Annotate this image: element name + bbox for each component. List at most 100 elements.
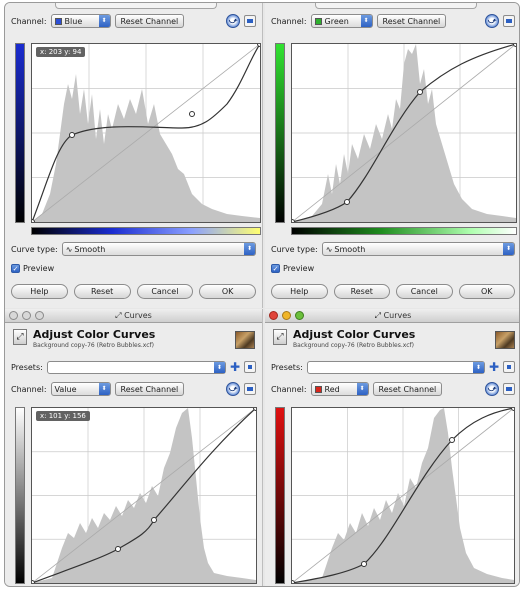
channel-select[interactable]: Value ⬍ [50,382,111,396]
curve-type-select[interactable]: ∿ Smooth ⬍ [321,242,515,256]
channel-select[interactable]: Blue ⬍ [50,14,111,28]
presets-label: Presets: [11,362,43,372]
curves-panel-blue: Channel: Blue ⬍ Reset Channel ⤻ x: 203 y… [5,3,263,308]
dialog-buttons: Help Reset Cancel OK [271,283,515,299]
vertical-red-gradient [275,407,285,584]
help-button[interactable]: Help [271,283,328,299]
channel-label: Channel: [11,384,47,394]
window-title: ⤢ Curves [115,310,152,320]
reset-channel-button[interactable]: Reset Channel [372,382,443,396]
presets-select[interactable]: ⬍ [46,360,226,374]
add-preset-icon[interactable]: ✚ [489,361,499,373]
curve-graph[interactable]: x: 101 y: 156 [31,407,257,584]
preview-checkbox[interactable]: ✓ Preview [271,263,315,273]
add-preset-icon[interactable]: ✚ [230,361,240,373]
linear-histogram-icon[interactable]: ⤻ [485,382,499,396]
image-thumbnail [235,331,255,349]
updown-arrow-icon: ⬍ [98,15,110,27]
coordinate-readout: x: 203 y: 94 [36,47,86,57]
updown-arrow-icon: ⬍ [472,361,484,373]
cancel-button[interactable]: Cancel [396,283,453,299]
window-titlebar: ⤢ Curves [5,309,262,323]
preview-label: Preview [23,263,55,273]
dialog-title: Adjust Color Curves [33,328,156,341]
curves-window-red: ⤢ Curves ⤢ Adjust Color Curves Backgroun… [265,309,519,586]
curves-tool-icon: ⤢ [273,329,287,345]
linear-histogram-icon[interactable]: ⤻ [226,382,240,396]
window-top-edge [55,3,217,9]
presets-label: Presets: [271,362,303,372]
presets-select[interactable]: ⬍ [306,360,485,374]
reset-channel-button[interactable]: Reset Channel [376,14,447,28]
curve-type-label: Curve type: [271,244,318,254]
window-titlebar: ⤢ Curves [265,309,519,323]
image-subtitle: Background copy-76 (Retro Bubbles.xcf) [293,342,414,349]
updown-arrow-icon: ⬍ [356,383,368,395]
log-histogram-icon[interactable] [244,383,256,395]
channel-row: Channel: Blue ⬍ Reset Channel ⤻ [11,13,256,29]
window-title: ⤢ Curves [374,310,412,320]
preview-row: ✓ Preview [11,260,256,276]
channel-value: Value [54,384,77,394]
reset-button[interactable]: Reset [73,283,131,299]
dialog-title: Adjust Color Curves [293,328,416,341]
curve-graph[interactable]: x: 203 y: 94 [31,43,261,223]
reset-channel-button[interactable]: Reset Channel [114,14,185,28]
red-swatch-icon [314,385,322,393]
curve-graph[interactable] [291,407,515,584]
log-histogram-icon[interactable] [503,15,515,27]
channel-select[interactable]: Green ⬍ [310,14,373,28]
vertical-blue-gradient [15,43,25,223]
updown-arrow-icon: ⬍ [503,243,514,255]
curve-type-row: Curve type: ∿ Smooth ⬍ [11,241,256,257]
curves-panel-green: Channel: Green ⬍ Reset Channel ⤻ Curve t… [265,3,519,308]
blue-swatch-icon [54,17,62,25]
screenshot-frame: Channel: Blue ⬍ Reset Channel ⤻ x: 203 y… [4,2,520,587]
log-histogram-icon[interactable] [244,15,256,27]
preset-menu-icon[interactable] [244,361,256,373]
curve-type-select[interactable]: ∿ Smooth ⬍ [61,242,256,256]
channel-value: Green [324,16,349,26]
window-top-edge [315,3,477,9]
channel-value: Red [324,384,340,394]
curves-window-value: ⤢ Curves ⤢ Adjust Color Curves Backgroun… [5,309,263,586]
channel-row: Channel: Green ⬍ Reset Channel ⤻ [271,13,515,29]
coordinate-readout: x: 101 y: 156 [36,411,90,421]
curve-type-value: Smooth [74,244,106,254]
channel-label: Channel: [11,16,47,26]
reset-channel-button[interactable]: Reset Channel [114,382,185,396]
ok-button[interactable]: OK [458,283,515,299]
vertical-value-gradient [15,407,25,584]
channel-row: Channel: Red ⬍ Reset Channel ⤻ [271,381,515,397]
linear-histogram-icon[interactable]: ⤻ [226,14,240,28]
preset-menu-icon[interactable] [503,361,515,373]
presets-row: Presets: ⬍ ✚ [271,359,515,375]
image-subtitle: Background copy-76 (Retro Bubbles.xcf) [33,342,154,349]
horizontal-green-gradient [291,227,517,235]
help-button[interactable]: Help [11,283,68,299]
presets-row: Presets: ⬍ ✚ [11,359,256,375]
channel-select[interactable]: Red ⬍ [310,382,369,396]
reset-button[interactable]: Reset [333,283,390,299]
preview-row: ✓ Preview [271,260,515,276]
updown-arrow-icon: ⬍ [98,383,110,395]
ok-button[interactable]: OK [199,283,256,299]
log-histogram-icon[interactable] [503,383,515,395]
green-swatch-icon [314,17,322,25]
cancel-button[interactable]: Cancel [136,283,194,299]
preview-checkbox[interactable]: ✓ Preview [11,263,55,273]
horizontal-blue-gradient [31,227,261,235]
updown-arrow-icon: ⬍ [360,15,372,27]
preview-label: Preview [283,263,315,273]
channel-value: Blue [64,16,83,26]
curve-type-row: Curve type: ∿ Smooth ⬍ [271,241,515,257]
smooth-curve-icon: ∿ [325,244,333,254]
curves-tool-icon: ⤢ [13,329,27,345]
dialog-buttons: Help Reset Cancel OK [11,283,256,299]
linear-histogram-icon[interactable]: ⤻ [485,14,499,28]
curve-graph[interactable] [291,43,517,223]
image-thumbnail [495,331,515,349]
curve-type-label: Curve type: [11,244,58,254]
vertical-green-gradient [275,43,285,223]
checkmark-icon: ✓ [271,263,280,273]
